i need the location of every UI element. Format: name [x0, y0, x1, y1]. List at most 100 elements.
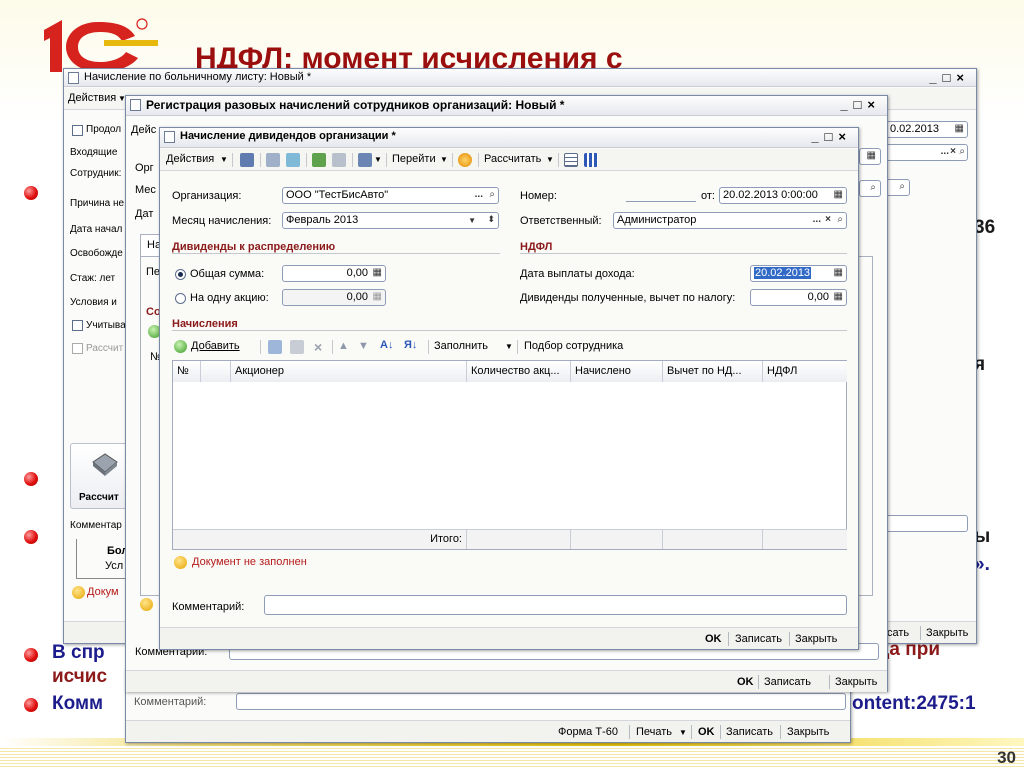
- close-button[interactable]: Закрыть: [835, 676, 877, 688]
- refresh-icon[interactable]: [286, 153, 300, 167]
- column-header[interactable]: Количество акц...: [467, 361, 571, 382]
- post-icon[interactable]: [240, 153, 254, 167]
- ok-button[interactable]: OK: [737, 676, 754, 688]
- search-field[interactable]: ⌕: [886, 179, 910, 196]
- close-icon[interactable]: ×: [950, 146, 956, 157]
- column-header[interactable]: №: [173, 361, 201, 382]
- dividends-window[interactable]: Начисление дивидендов организации * _□× …: [159, 127, 859, 650]
- employee-field[interactable]: ... × ⌕: [886, 144, 968, 161]
- print-icon[interactable]: [332, 153, 346, 167]
- per-share-radio[interactable]: [175, 293, 186, 304]
- actions-menu[interactable]: Дейс: [131, 124, 156, 136]
- title-bar[interactable]: Регистрация разовых начислений сотрудник…: [126, 96, 887, 116]
- column-header[interactable]: [201, 361, 231, 382]
- title-bar[interactable]: Начисление по больничному листу: Новый *…: [64, 69, 976, 87]
- calendar-icon[interactable]: ▦: [955, 123, 964, 134]
- date-field[interactable]: 20.02.2013 0:00:00 ▦: [719, 187, 847, 204]
- calculator-icon[interactable]: ▦: [834, 291, 843, 302]
- edit-icon[interactable]: [290, 340, 304, 354]
- actions-menu[interactable]: Действия: [166, 153, 214, 165]
- search-icon[interactable]: ⌕: [489, 189, 495, 200]
- sort-asc-icon[interactable]: A↓: [380, 339, 393, 351]
- title-bar[interactable]: Начисление дивидендов организации * _□×: [160, 128, 858, 148]
- save-button[interactable]: Записать: [735, 633, 782, 645]
- column-header[interactable]: Акционер: [231, 361, 467, 382]
- settings-icon[interactable]: [584, 153, 598, 167]
- window-controls[interactable]: _□×: [811, 129, 852, 144]
- ok-button[interactable]: OK: [705, 633, 722, 645]
- add-button[interactable]: Добавить: [191, 340, 240, 352]
- dots-icon[interactable]: ...: [475, 189, 483, 200]
- calendar-icon[interactable]: ▦: [834, 267, 843, 278]
- search-icon[interactable]: ⌕: [870, 182, 876, 193]
- search-icon[interactable]: ⌕: [959, 146, 965, 157]
- sort-desc-icon[interactable]: Я↓: [404, 339, 417, 351]
- per-share-field[interactable]: 0,00 ▦: [282, 289, 386, 306]
- comment-field[interactable]: [264, 595, 847, 615]
- comment-field[interactable]: [886, 515, 968, 532]
- close-button[interactable]: Закрыть: [787, 726, 829, 738]
- calendar-icon[interactable]: ▦: [834, 189, 843, 200]
- search-field[interactable]: ⌕: [859, 180, 881, 197]
- print-button[interactable]: Печать: [636, 726, 672, 738]
- spinner-icon[interactable]: ⬍: [487, 214, 495, 225]
- save-button[interactable]: Записать: [726, 726, 773, 738]
- window-controls[interactable]: _□×: [840, 97, 881, 112]
- arrow-up-icon[interactable]: ▲: [338, 340, 349, 352]
- per-share-label: На одну акцию:: [190, 292, 269, 304]
- fill-menu[interactable]: Заполнить: [434, 340, 488, 352]
- unpost-icon[interactable]: [266, 153, 280, 167]
- total-sum-field[interactable]: 0,00 ▦: [282, 265, 386, 282]
- dots-icon[interactable]: ...: [941, 146, 949, 157]
- search-icon[interactable]: ⌕: [899, 181, 905, 192]
- column-header[interactable]: НДФЛ: [763, 361, 847, 382]
- calculate-checkbox[interactable]: [72, 343, 83, 354]
- responsible-field[interactable]: Администратор... × ⌕: [613, 212, 847, 229]
- calculate-button[interactable]: Рассчит: [70, 443, 130, 509]
- column-header[interactable]: Начислено: [571, 361, 663, 382]
- goto-menu[interactable]: Перейти: [392, 153, 436, 165]
- window-controls[interactable]: _□×: [929, 70, 970, 85]
- link-icon[interactable]: [358, 153, 372, 167]
- calculator-icon[interactable]: ▦: [373, 291, 382, 302]
- column-header[interactable]: Вычет по НД...: [663, 361, 763, 382]
- close-button[interactable]: Закрыть: [795, 633, 837, 645]
- help-icon[interactable]: [458, 153, 472, 167]
- calendar-field[interactable]: ▦: [859, 148, 881, 165]
- pay-date-field[interactable]: 20.02.2013 ▦: [750, 265, 847, 282]
- calculate-menu[interactable]: Рассчитать: [484, 153, 541, 165]
- accruals-table[interactable]: № Акционер Количество акц... Начислено В…: [172, 360, 847, 550]
- calendar-icon[interactable]: ▦: [867, 150, 876, 161]
- calculator-icon[interactable]: ▦: [373, 267, 382, 278]
- actions-menu[interactable]: Действия: [68, 92, 116, 104]
- dots-icon[interactable]: ...: [813, 214, 821, 225]
- total-sum-radio[interactable]: [175, 269, 186, 280]
- copy-icon[interactable]: [268, 340, 282, 354]
- org-field[interactable]: ООО "ТестБисАвто"... ⌕: [282, 187, 499, 204]
- chevron-down-icon: ▼: [220, 155, 228, 164]
- warning-icon: [174, 556, 187, 569]
- consider-checkbox[interactable]: [72, 320, 83, 331]
- close-icon[interactable]: ×: [825, 214, 831, 225]
- list-icon[interactable]: [564, 153, 578, 167]
- ok-button[interactable]: OK: [698, 726, 715, 738]
- form-t60-button[interactable]: Форма Т-60: [558, 726, 618, 738]
- month-field[interactable]: Февраль 2013 ▼ ⬍: [282, 212, 499, 229]
- save-button[interactable]: Записать: [764, 676, 811, 688]
- comment-field[interactable]: [236, 693, 846, 710]
- arrow-down-icon[interactable]: ▼: [358, 340, 369, 352]
- date-label: Дат: [135, 208, 154, 220]
- structure-icon[interactable]: [312, 153, 326, 167]
- total-cell: [571, 529, 663, 549]
- deduction-field[interactable]: 0,00 ▦: [750, 289, 847, 306]
- save-button[interactable]: сать: [887, 627, 909, 639]
- delete-icon[interactable]: ×: [314, 339, 322, 355]
- search-icon[interactable]: ⌕: [837, 214, 843, 225]
- number-field[interactable]: [626, 201, 696, 202]
- continue-checkbox[interactable]: [72, 125, 83, 136]
- date-field[interactable]: 0.02.2013 ▦: [886, 121, 968, 138]
- select-employee-button[interactable]: Подбор сотрудника: [524, 340, 623, 352]
- add-icon[interactable]: [174, 340, 187, 353]
- chevron-down-icon[interactable]: ▼: [468, 216, 476, 225]
- close-button[interactable]: Закрыть: [926, 627, 968, 639]
